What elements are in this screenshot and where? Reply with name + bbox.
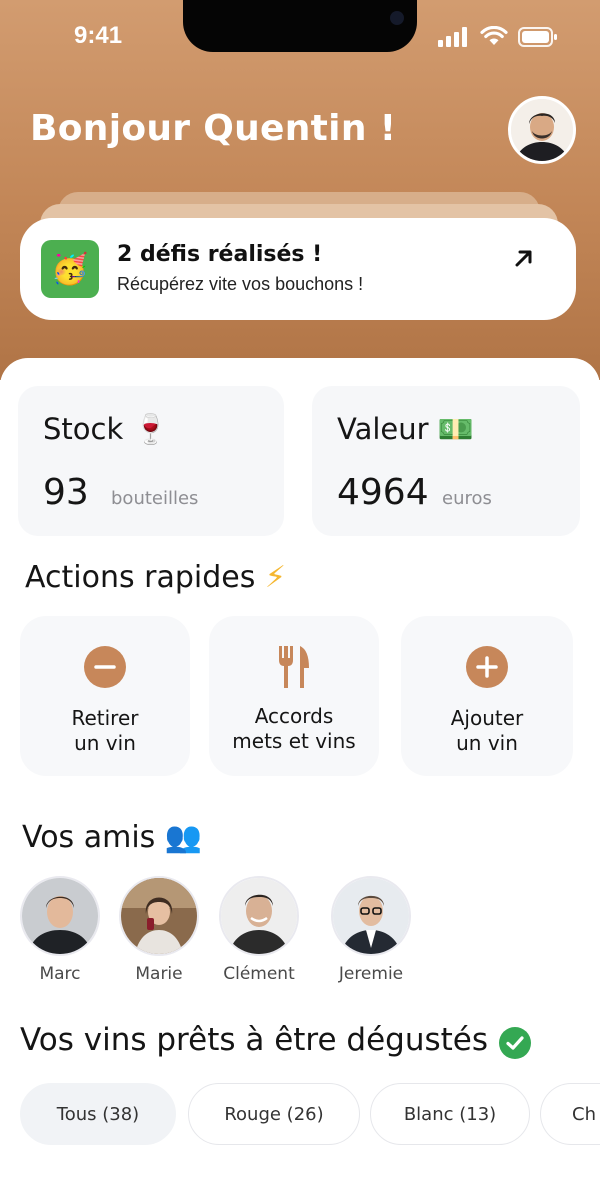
- status-icons: [438, 26, 558, 47]
- plus-circle-icon: [466, 646, 508, 688]
- fork-knife-icon: [279, 646, 309, 688]
- friend-marie[interactable]: Marie: [104, 876, 214, 984]
- stock-label: Stock 🍷: [43, 412, 169, 446]
- money-icon: 💵: [437, 412, 474, 446]
- friend-avatar: [219, 876, 299, 956]
- challenge-notification-card[interactable]: 🥳 2 défis réalisés ! Récupérez vite vos …: [20, 218, 576, 320]
- value-label: Valeur 💵: [337, 412, 474, 446]
- food-pairing-label: Accords mets et vins: [232, 704, 356, 753]
- arrow-up-right-icon[interactable]: [510, 244, 538, 272]
- party-face-icon: 🥳: [41, 240, 99, 298]
- status-time: 9:41: [74, 22, 123, 49]
- signal-icon: [438, 26, 467, 47]
- remove-wine-button[interactable]: Retirer un vin: [20, 616, 190, 776]
- wines-ready-title: Vos vins prêts à être dégustés: [20, 1022, 489, 1058]
- phone-notch: [183, 0, 417, 52]
- friends-title: Vos amis 👥: [22, 820, 203, 855]
- wine-glass-icon: 🍷: [132, 412, 169, 446]
- minus-circle-icon: [84, 646, 126, 688]
- friend-name: Clément: [223, 964, 295, 984]
- stock-value: 93: [43, 472, 89, 513]
- stock-card[interactable]: Stock 🍷 93 bouteilles: [18, 386, 284, 536]
- value-card[interactable]: Valeur 💵 4964 euros: [312, 386, 580, 536]
- wifi-icon: [480, 26, 508, 45]
- friend-name: Marc: [39, 964, 81, 984]
- friend-name: Jeremie: [338, 964, 404, 984]
- notification-subtitle: Récupérez vite vos bouchons !: [117, 274, 364, 294]
- notification-title: 2 défis réalisés !: [117, 242, 323, 267]
- add-wine-label: Ajouter un vin: [450, 706, 524, 755]
- battery-icon: [518, 26, 557, 47]
- lightning-icon: ⚡: [264, 560, 286, 595]
- header-banner: [0, 0, 600, 380]
- friend-marc[interactable]: Marc: [5, 876, 115, 984]
- stock-unit: bouteilles: [111, 488, 199, 509]
- friend-clement[interactable]: Clément: [204, 876, 314, 984]
- food-pairing-button[interactable]: Accords mets et vins: [209, 616, 379, 776]
- check-circle-icon: [499, 1027, 531, 1059]
- front-camera: [390, 11, 404, 25]
- filter-chip-white[interactable]: Blanc (13): [370, 1083, 530, 1145]
- profile-avatar[interactable]: [508, 96, 576, 164]
- filter-chip-red[interactable]: Rouge (26): [188, 1083, 360, 1145]
- filter-chip-all[interactable]: Tous (38): [20, 1083, 176, 1145]
- friend-name: Marie: [135, 964, 183, 984]
- quick-actions-title: Actions rapides ⚡: [25, 560, 286, 595]
- people-icon: 👥: [164, 820, 203, 855]
- friend-jeremie[interactable]: Jeremie: [316, 876, 426, 984]
- friend-avatar: [331, 876, 411, 956]
- filter-chip-more[interactable]: Ch: [540, 1083, 600, 1145]
- value-amount: 4964: [337, 472, 429, 513]
- notification-emoji: 🥳: [51, 251, 89, 287]
- value-unit: euros: [442, 488, 492, 509]
- profile-avatar-image: [511, 99, 573, 161]
- greeting-title: Bonjour Quentin !: [30, 108, 397, 149]
- friend-avatar: [20, 876, 100, 956]
- remove-wine-label: Retirer un vin: [71, 706, 139, 755]
- friend-avatar: [119, 876, 199, 956]
- add-wine-button[interactable]: Ajouter un vin: [401, 616, 573, 776]
